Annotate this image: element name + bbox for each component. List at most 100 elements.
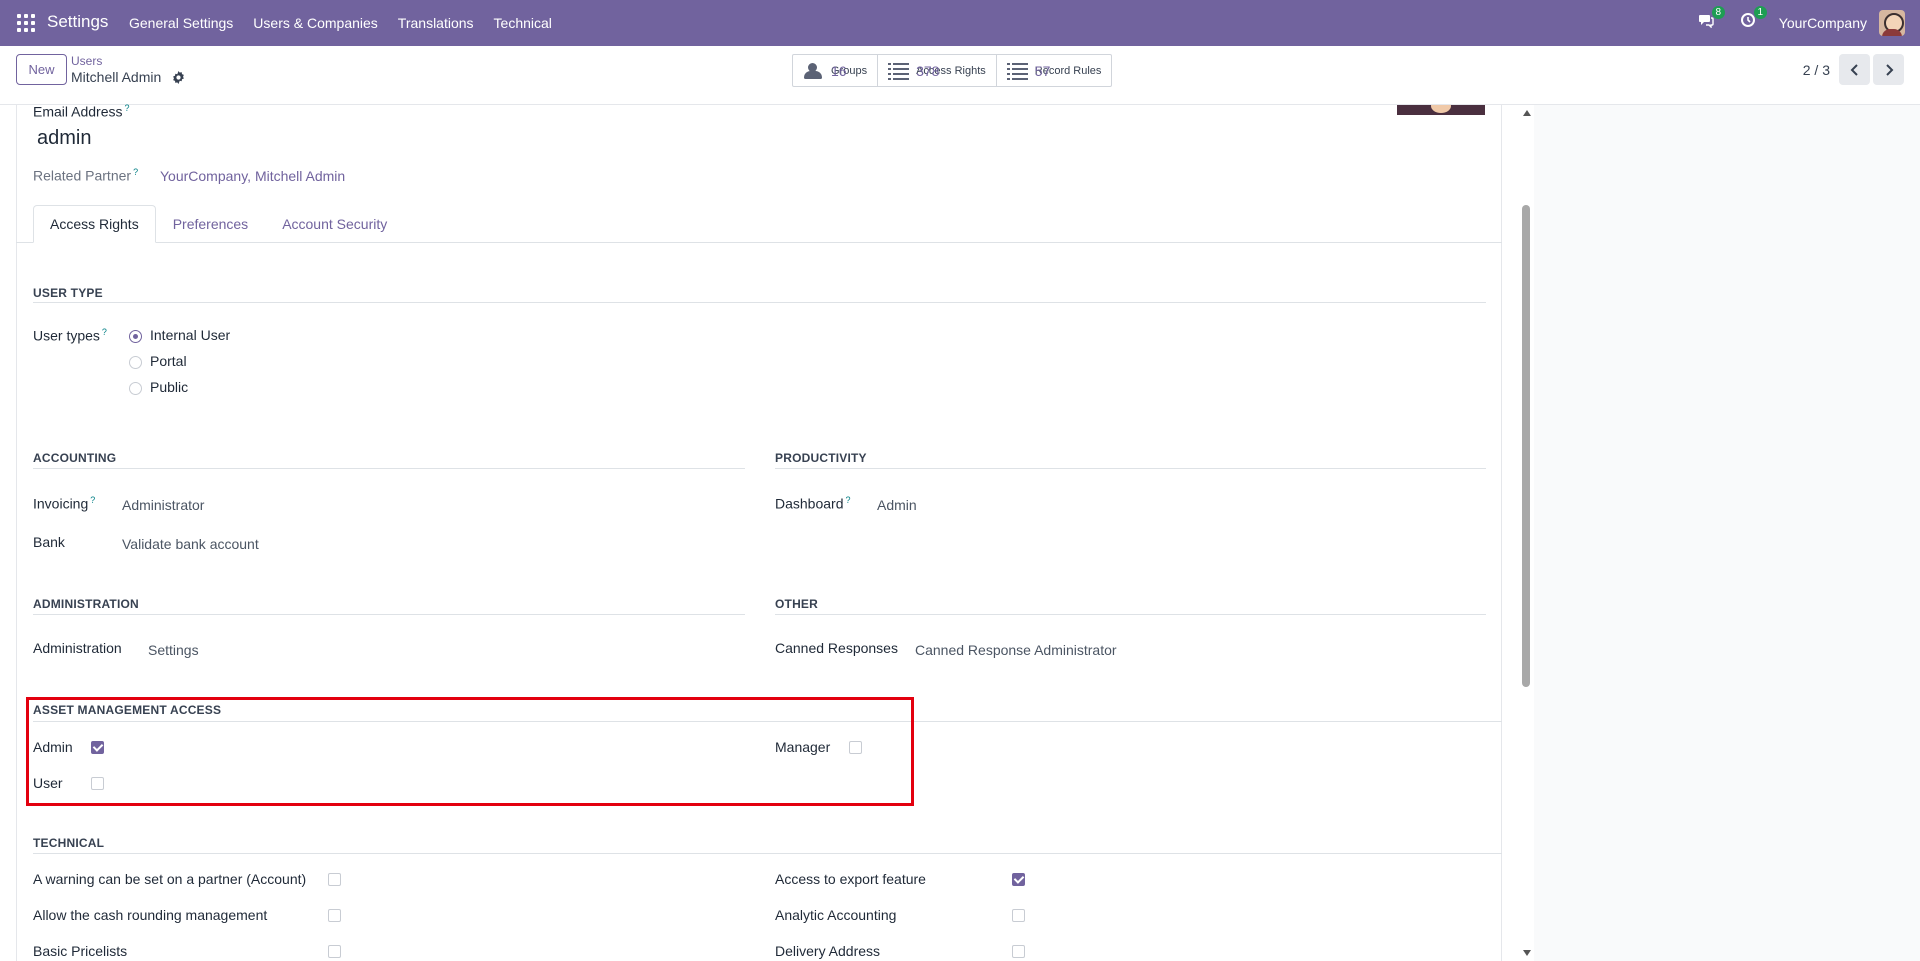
section-divider bbox=[33, 614, 745, 615]
technical-left-label-1: Allow the cash rounding management bbox=[33, 907, 268, 923]
user-avatar[interactable] bbox=[1879, 10, 1905, 36]
radio-portal[interactable] bbox=[129, 356, 142, 369]
gear-icon[interactable] bbox=[172, 71, 185, 84]
asset-admin-label: Admin bbox=[33, 739, 73, 755]
section-administration: ADMINISTRATION bbox=[33, 597, 139, 611]
apps-menu-icon[interactable] bbox=[17, 14, 35, 32]
help-tooltip-icon[interactable]: ? bbox=[90, 495, 95, 505]
section-user-type: USER TYPE bbox=[33, 286, 103, 300]
list-icon bbox=[1006, 62, 1029, 80]
help-tooltip-icon[interactable]: ? bbox=[102, 327, 107, 337]
asset-user-checkbox[interactable] bbox=[91, 777, 104, 790]
pager-previous-button[interactable] bbox=[1839, 54, 1870, 85]
administration-label: Administration bbox=[33, 640, 122, 656]
company-switcher[interactable]: YourCompany bbox=[1779, 15, 1867, 31]
canned-responses-select[interactable]: Canned Response Administrator bbox=[915, 642, 1117, 658]
smart-button-record-rules[interactable]: Record Rules 57 bbox=[997, 55, 1112, 86]
smart-button-groups[interactable]: Groups 16 bbox=[793, 55, 879, 86]
technical-right-label-2: Delivery Address bbox=[775, 943, 881, 959]
dashboard-label-text: Dashboard bbox=[775, 495, 844, 512]
menu-users-companies[interactable]: Users & Companies bbox=[253, 15, 378, 31]
asset-admin-checkbox[interactable] bbox=[91, 741, 104, 754]
breadcrumb-users[interactable]: Users bbox=[71, 54, 102, 68]
section-divider bbox=[33, 853, 1502, 854]
smart-button-value: 378 bbox=[916, 62, 940, 79]
radio-portal-label[interactable]: Portal bbox=[150, 353, 187, 369]
chevron-right-icon bbox=[1885, 63, 1893, 76]
dashboard-select[interactable]: Admin bbox=[877, 497, 917, 513]
main-menu: General Settings Users & Companies Trans… bbox=[129, 15, 552, 31]
email-label-text: Email Address bbox=[33, 103, 123, 120]
tab-access-rights[interactable]: Access Rights bbox=[33, 205, 156, 243]
scroll-down-arrow[interactable] bbox=[1523, 950, 1531, 956]
radio-public[interactable] bbox=[129, 382, 142, 395]
radio-internal-user[interactable] bbox=[129, 330, 142, 343]
new-button[interactable]: New bbox=[16, 54, 67, 85]
technical-right-checkbox-1[interactable] bbox=[1012, 909, 1025, 922]
canned-responses-label: Canned Responses bbox=[775, 640, 898, 656]
breadcrumb-current: Mitchell Admin bbox=[71, 69, 162, 85]
asset-manager-checkbox[interactable] bbox=[849, 741, 862, 754]
chatter-area bbox=[1534, 105, 1920, 961]
messages-icon[interactable]: 8 bbox=[1695, 6, 1725, 34]
section-divider bbox=[33, 721, 1502, 722]
form-tabs: Access Rights Preferences Account Securi… bbox=[33, 205, 404, 243]
administration-select[interactable]: Settings bbox=[148, 642, 199, 658]
technical-left-checkbox-2[interactable] bbox=[328, 945, 341, 958]
technical-left-checkbox-0[interactable] bbox=[328, 873, 341, 886]
invoicing-label: Invoicing? bbox=[33, 495, 95, 512]
invoicing-select[interactable]: Administrator bbox=[122, 497, 204, 513]
related-partner-label-text: Related Partner bbox=[33, 167, 132, 184]
scroll-thumb[interactable] bbox=[1522, 205, 1530, 687]
help-tooltip-icon[interactable]: ? bbox=[133, 167, 138, 177]
tab-account-security[interactable]: Account Security bbox=[265, 205, 404, 243]
menu-translations[interactable]: Translations bbox=[398, 15, 474, 31]
section-technical: TECHNICAL bbox=[33, 836, 105, 850]
bank-select[interactable]: Validate bank account bbox=[122, 536, 259, 552]
section-accounting: ACCOUNTING bbox=[33, 451, 117, 465]
pager-value[interactable]: 2 / 3 bbox=[1803, 62, 1830, 78]
messages-badge: 8 bbox=[1711, 6, 1725, 19]
section-divider bbox=[33, 302, 1486, 303]
technical-right-label-0: Access to export feature bbox=[775, 871, 926, 887]
app-brand[interactable]: Settings bbox=[47, 12, 108, 32]
smart-button-access-rights[interactable]: Access Rights 378 bbox=[878, 55, 997, 86]
technical-right-checkbox-2[interactable] bbox=[1012, 945, 1025, 958]
technical-left-label-0: A warning can be set on a partner (Accou… bbox=[33, 871, 307, 887]
radio-internal-user-label[interactable]: Internal User bbox=[150, 327, 230, 343]
help-tooltip-icon[interactable]: ? bbox=[124, 103, 129, 113]
technical-right-checkbox-0[interactable] bbox=[1012, 873, 1025, 886]
email-label: Email Address? bbox=[33, 103, 130, 120]
users-icon bbox=[803, 62, 825, 79]
form-scrollbar[interactable] bbox=[1518, 105, 1534, 961]
list-icon bbox=[888, 62, 910, 80]
menu-general-settings[interactable]: General Settings bbox=[129, 15, 233, 31]
help-tooltip-icon[interactable]: ? bbox=[846, 495, 851, 505]
smart-buttons: Groups 16 Access Rights 378 Record Rules… bbox=[792, 54, 1113, 87]
section-divider bbox=[775, 468, 1486, 469]
pager-next-button[interactable] bbox=[1873, 54, 1904, 85]
radio-public-label[interactable]: Public bbox=[150, 379, 188, 395]
asset-manager-label: Manager bbox=[775, 739, 831, 755]
email-field[interactable]: admin bbox=[37, 127, 91, 150]
section-divider bbox=[775, 614, 1486, 615]
systray: 8 1 YourCompany bbox=[1695, 0, 1920, 46]
user-photo[interactable] bbox=[1397, 105, 1485, 115]
related-partner-label: Related Partner? bbox=[33, 167, 138, 184]
related-partner-link[interactable]: YourCompany, Mitchell Admin bbox=[160, 168, 345, 184]
section-divider bbox=[33, 468, 745, 469]
smart-button-value: 57 bbox=[1034, 62, 1051, 79]
scroll-up-arrow[interactable] bbox=[1523, 110, 1531, 116]
activity-badge: 1 bbox=[1753, 6, 1767, 19]
activity-clock-icon[interactable]: 1 bbox=[1737, 6, 1767, 34]
top-navbar: Settings General Settings Users & Compan… bbox=[0, 0, 1920, 46]
user-types-label: User types? bbox=[33, 327, 107, 344]
invoicing-label-text: Invoicing bbox=[33, 495, 89, 512]
dashboard-label: Dashboard? bbox=[775, 495, 851, 512]
user-types-label-text: User types bbox=[33, 327, 100, 344]
technical-left-checkbox-1[interactable] bbox=[328, 909, 341, 922]
chevron-left-icon bbox=[1850, 63, 1858, 76]
asset-user-label: User bbox=[33, 775, 63, 791]
tab-preferences[interactable]: Preferences bbox=[156, 205, 265, 243]
menu-technical[interactable]: Technical bbox=[494, 15, 552, 31]
